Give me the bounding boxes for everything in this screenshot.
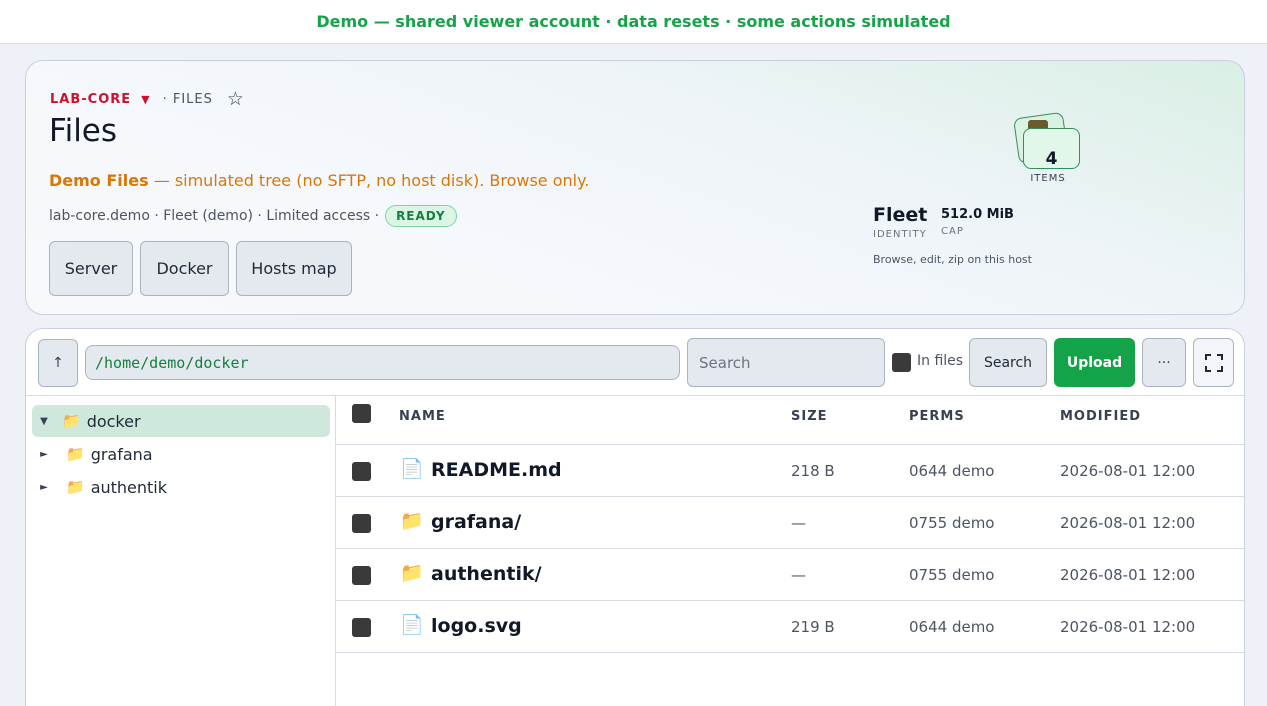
row-modified: 2026-08-01 12:00 xyxy=(1060,514,1196,532)
table-row[interactable]: 📄 logo.svg 219 B 0644 demo 2026-08-01 12… xyxy=(336,601,1244,653)
breadcrumb: LAB-CORE ▼ · FILES ☆ xyxy=(50,88,245,110)
row-perms: 0644 demo xyxy=(909,618,995,636)
demo-notice-strong: Demo Files xyxy=(49,171,149,190)
row-size: — xyxy=(791,566,806,584)
items-count: 4 xyxy=(1045,149,1058,169)
folder-icon: 📁 xyxy=(66,478,85,496)
row-size: — xyxy=(791,514,806,532)
file-icon: 📄 xyxy=(400,458,424,480)
column-perms[interactable]: PERMS xyxy=(909,409,965,424)
column-size[interactable]: SIZE xyxy=(791,409,828,424)
row-checkbox[interactable] xyxy=(352,566,371,585)
folder-icon: 📁 xyxy=(62,412,81,430)
more-button[interactable]: ··· xyxy=(1142,338,1186,387)
in-files-label: In files xyxy=(917,353,964,369)
search-input[interactable] xyxy=(687,338,885,387)
demo-notice: Demo Files — simulated tree (no SFTP, no… xyxy=(49,171,589,190)
demo-notice-rest: — simulated tree (no SFTP, no host disk)… xyxy=(148,171,590,190)
expand-caret-icon[interactable]: ► xyxy=(34,482,54,493)
page-title: Files xyxy=(49,113,118,149)
fullscreen-button[interactable] xyxy=(1193,338,1234,387)
cap-label: CAP xyxy=(941,226,964,237)
demo-banner-text: Demo — shared viewer account · data rese… xyxy=(316,12,951,31)
row-perms: 0755 demo xyxy=(909,566,995,584)
breadcrumb-section: · FILES xyxy=(162,91,213,107)
cap-value: 512.0 MiB xyxy=(941,207,1014,222)
identity-value: Fleet xyxy=(873,204,928,226)
server-button[interactable]: Server xyxy=(49,241,133,296)
tree-item-grafana[interactable]: ► 📁 grafana xyxy=(34,438,153,470)
tree-item-label: grafana xyxy=(90,444,153,464)
column-modified[interactable]: MODIFIED xyxy=(1060,409,1141,424)
demo-banner: Demo — shared viewer account · data rese… xyxy=(0,0,1267,44)
host-hint: Browse, edit, zip on this host xyxy=(873,253,1032,266)
row-name[interactable]: authentik/ xyxy=(431,563,542,585)
table-row[interactable]: 📁 authentik/ — 0755 demo 2026-08-01 12:0… xyxy=(336,549,1244,601)
hosts-map-button[interactable]: Hosts map xyxy=(236,241,352,296)
row-modified: 2026-08-01 12:00 xyxy=(1060,566,1196,584)
collapse-caret-icon[interactable]: ▼ xyxy=(34,416,54,427)
file-toolbar: ↑ In files Search Upload ··· xyxy=(26,329,1244,396)
row-checkbox[interactable] xyxy=(352,462,371,481)
parent-dir-button[interactable]: ↑ xyxy=(38,339,78,387)
select-all-checkbox[interactable] xyxy=(352,404,371,423)
row-checkbox[interactable] xyxy=(352,514,371,533)
row-size: 218 B xyxy=(791,462,835,480)
table-header: NAME SIZE PERMS MODIFIED xyxy=(336,396,1244,445)
tree-item-docker[interactable]: ▼ 📁 docker xyxy=(32,405,330,437)
file-icon: 📄 xyxy=(400,614,424,636)
host-meta: lab-core.demo · Fleet (demo) · Limited a… xyxy=(49,205,457,227)
path-input[interactable] xyxy=(85,345,680,380)
hero-card: LAB-CORE ▼ · FILES ☆ Files Demo Files — … xyxy=(25,60,1245,315)
identity-label: IDENTITY xyxy=(873,229,927,240)
in-files-checkbox[interactable] xyxy=(892,353,911,372)
table-row[interactable]: 📄 README.md 218 B 0644 demo 2026-08-01 1… xyxy=(336,445,1244,497)
row-checkbox[interactable] xyxy=(352,618,371,637)
table-row[interactable]: 📁 grafana/ — 0755 demo 2026-08-01 12:00 xyxy=(336,497,1244,549)
host-dropdown-caret-icon[interactable]: ▼ xyxy=(141,93,150,106)
row-perms: 0644 demo xyxy=(909,462,995,480)
docker-button[interactable]: Docker xyxy=(140,241,229,296)
tree-item-label: authentik xyxy=(90,477,168,497)
file-browser: ↑ In files Search Upload ··· ▼ 📁 docker … xyxy=(25,328,1245,706)
folder-icon: 📁 xyxy=(66,445,85,463)
fullscreen-icon xyxy=(1204,353,1223,372)
status-badge: READY xyxy=(385,205,457,227)
column-name[interactable]: NAME xyxy=(399,409,446,424)
file-stack-icon: 4 xyxy=(1013,111,1080,173)
row-size: 219 B xyxy=(791,618,835,636)
row-name[interactable]: logo.svg xyxy=(431,615,522,637)
host-meta-text: lab-core.demo · Fleet (demo) · Limited a… xyxy=(49,208,380,224)
row-modified: 2026-08-01 12:00 xyxy=(1060,618,1196,636)
row-name[interactable]: grafana/ xyxy=(431,511,521,533)
host-switcher[interactable]: LAB-CORE xyxy=(50,92,131,107)
folder-tree: ▼ 📁 docker ► 📁 grafana ► 📁 authentik xyxy=(26,396,336,706)
row-modified: 2026-08-01 12:00 xyxy=(1060,462,1196,480)
expand-caret-icon[interactable]: ► xyxy=(34,449,54,460)
favorite-star-icon[interactable]: ☆ xyxy=(227,88,245,110)
row-perms: 0755 demo xyxy=(909,514,995,532)
tree-item-authentik[interactable]: ► 📁 authentik xyxy=(34,471,167,503)
search-button[interactable]: Search xyxy=(969,338,1047,387)
folder-icon: 📁 xyxy=(400,562,424,584)
upload-button[interactable]: Upload xyxy=(1054,338,1135,387)
row-name[interactable]: README.md xyxy=(431,459,562,481)
folder-icon: 📁 xyxy=(400,510,424,532)
items-label: ITEMS xyxy=(1030,173,1066,184)
tree-item-label: docker xyxy=(86,411,141,431)
file-table: NAME SIZE PERMS MODIFIED 📄 README.md 218… xyxy=(336,396,1244,706)
